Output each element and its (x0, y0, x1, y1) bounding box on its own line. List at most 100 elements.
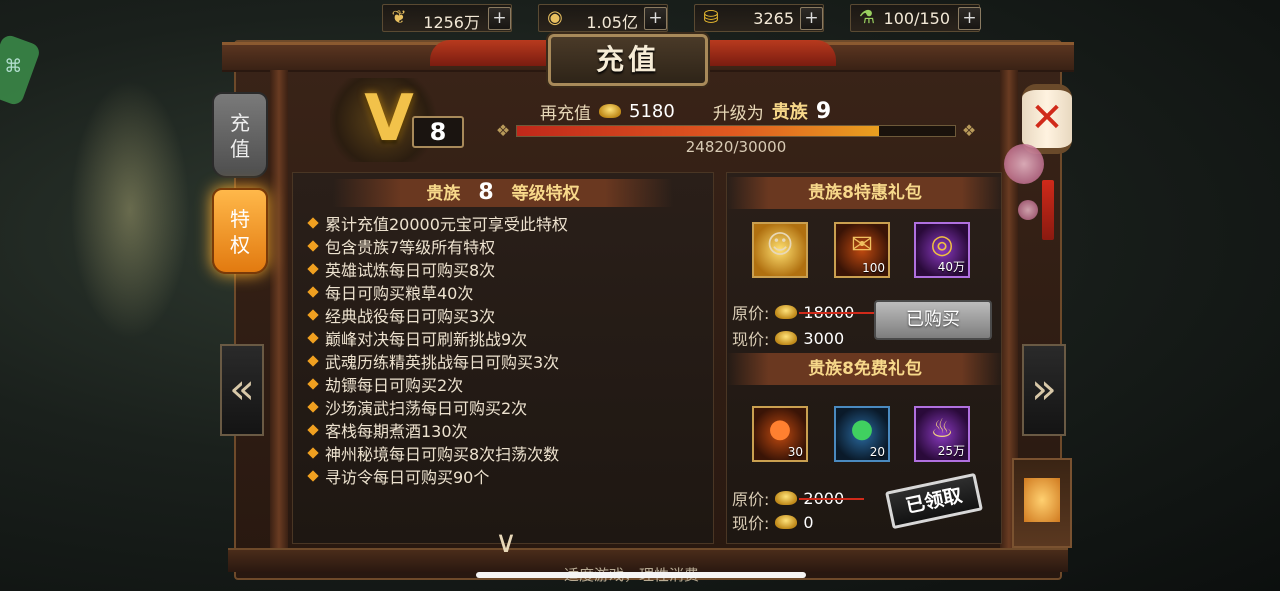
bullet-diamond-icon (307, 331, 319, 344)
floor-lantern (1012, 458, 1072, 548)
lantern-glow (1024, 478, 1060, 522)
privilege-text: 巅峰对决每日可刷新挑战9次 (325, 329, 528, 349)
home-indicator[interactable] (476, 572, 806, 578)
free-original-price: 原价: 2000 (732, 486, 864, 510)
add-stamina-button[interactable]: + (958, 7, 981, 30)
item-quantity: 30 (787, 445, 803, 459)
plum-blossom-decoration-small (1018, 200, 1038, 220)
bullet-diamond-icon (307, 446, 319, 459)
prev-page-button[interactable]: « (220, 344, 264, 436)
privilege-text: 经典战役每日可购买3次 (325, 306, 496, 326)
tab-recharge-label-top: 充 (230, 111, 250, 135)
gold-value: 3265 (753, 9, 794, 28)
add-grain-button[interactable]: + (488, 7, 511, 30)
free-current-price: 现价: 0 (732, 510, 814, 534)
privilege-text: 累计充值20000元宝可享受此特权 (325, 214, 568, 234)
tab-privilege-label-bottom: 权 (230, 233, 250, 257)
progress-fill (517, 126, 880, 136)
list-item: 寻访令每日可购买90个 (305, 464, 568, 487)
jade-orb-icon: ● (850, 414, 874, 444)
scroll-down-button[interactable]: ∨ (484, 528, 528, 558)
privilege-text: 包含贵族7等级所有特权 (325, 237, 496, 257)
background-light (70, 80, 190, 340)
bullet-diamond-icon (307, 262, 319, 275)
original-price-value: 2000 (799, 488, 864, 508)
gold-ingot-icon (599, 104, 621, 118)
gold-ingot-icon (775, 491, 798, 505)
bullet-diamond-icon (307, 469, 319, 482)
stamina-value: 100/150 (883, 9, 950, 28)
privilege-list: 累计充值20000元宝可享受此特权 包含贵族7等级所有特权 英雄试炼每日可购买8… (305, 211, 568, 487)
privilege-text: 寻访令每日可购买90个 (325, 467, 490, 487)
chevron-right-icon: » (1031, 364, 1057, 413)
gold-ingot-icon (775, 305, 798, 319)
list-item: 神州秘境每日可购买8次扫荡次数 (305, 441, 568, 464)
special-current-price: 现价: 3000 (732, 326, 844, 350)
list-item: 沙场演武扫荡每日可购买2次 (305, 395, 568, 418)
bullet-diamond-icon (307, 423, 319, 436)
grain-value: 1256万 (423, 13, 480, 32)
list-item: 劫镖每日可购买2次 (305, 372, 568, 395)
scroll-icon: ✉ (851, 230, 873, 260)
progress-track (516, 125, 956, 137)
gold-ingot-icon (775, 331, 798, 345)
free-item-fire-orb[interactable]: ● 30 (752, 406, 808, 462)
current-price-label: 现价: (732, 330, 770, 349)
item-quantity: 25万 (937, 444, 965, 458)
next-page-button[interactable]: » (1022, 344, 1066, 436)
right-ribbon (696, 40, 836, 66)
copper-value: 1.05亿 (586, 13, 638, 32)
current-price-value: 0 (803, 512, 814, 532)
list-item: 英雄试炼每日可购买8次 (305, 257, 568, 280)
special-item-scroll[interactable]: ✉ 100 (834, 222, 890, 278)
money-bag-icon: ♨ (930, 414, 954, 444)
privilege-header-level: 8 (478, 180, 494, 205)
progress-text: 24820/30000 (685, 138, 787, 156)
list-item: 客栈每期煮酒130次 (305, 418, 568, 441)
add-copper-button[interactable]: + (644, 7, 667, 30)
list-item: 巅峰对决每日可刷新挑战9次 (305, 326, 568, 349)
special-item-hero[interactable]: ☺ (752, 222, 808, 278)
bullet-diamond-icon (307, 308, 319, 321)
special-item-coins[interactable]: ◎ 40万 (914, 222, 970, 278)
bullet-diamond-icon (307, 400, 319, 413)
close-button[interactable]: ✕ (1022, 84, 1072, 154)
add-gold-button[interactable]: + (800, 7, 823, 30)
privilege-header-prefix: 贵族 (426, 184, 461, 204)
lantern-tassel (1042, 180, 1054, 240)
list-item: 每日可购买粮草40次 (305, 280, 568, 303)
list-item: 累计充值20000元宝可享受此特权 (305, 211, 568, 234)
privilege-text: 沙场演武扫荡每日可购买2次 (325, 398, 528, 418)
close-icon: ✕ (1030, 95, 1064, 141)
chevron-down-icon: ∨ (495, 525, 517, 560)
tab-recharge[interactable]: 充 值 (212, 92, 268, 178)
privilege-header-suffix: 等级特权 (511, 184, 580, 204)
original-price-label: 原价: (732, 304, 770, 323)
privilege-text: 英雄试炼每日可购买8次 (325, 260, 496, 280)
tab-privilege[interactable]: 特 权 (212, 188, 268, 274)
privilege-text: 客栈每期煮酒130次 (325, 421, 468, 441)
list-item: 武魂历练精英挑战每日可购买3次 (305, 349, 568, 372)
purchased-button[interactable]: 已购买 (874, 300, 992, 340)
plum-blossom-decoration (1004, 144, 1044, 184)
privilege-header: 贵族 8 等级特权 (333, 179, 673, 207)
special-original-price: 原价: 18000 (732, 300, 875, 324)
gold-ingot-icon (775, 515, 798, 529)
tab-privilege-label-top: 特 (230, 207, 250, 231)
bullet-diamond-icon (307, 354, 319, 367)
item-quantity: 20 (869, 445, 885, 459)
gamepad-shortcut[interactable]: ⌘ (0, 33, 42, 107)
window-title-plaque: 充值 (548, 34, 708, 86)
list-item: 经典战役每日可购买3次 (305, 303, 568, 326)
window-title: 充值 (595, 43, 660, 76)
privilege-text: 神州秘境每日可购买8次扫荡次数 (325, 444, 560, 464)
free-item-money-bag[interactable]: ♨ 25万 (914, 406, 970, 462)
free-item-jade-orb[interactable]: ● 20 (834, 406, 890, 462)
coin-pile-icon: ◎ (930, 230, 954, 260)
privilege-panel: 贵族 8 等级特权 累计充值20000元宝可享受此特权 包含贵族7等级所有特权 英雄… (292, 172, 714, 544)
item-quantity: 100 (862, 261, 885, 275)
chevron-left-icon: « (229, 364, 255, 413)
privilege-text: 每日可购买粮草40次 (325, 283, 474, 303)
item-quantity: 40万 (937, 260, 965, 274)
hero-portrait-icon: ☺ (766, 230, 794, 260)
